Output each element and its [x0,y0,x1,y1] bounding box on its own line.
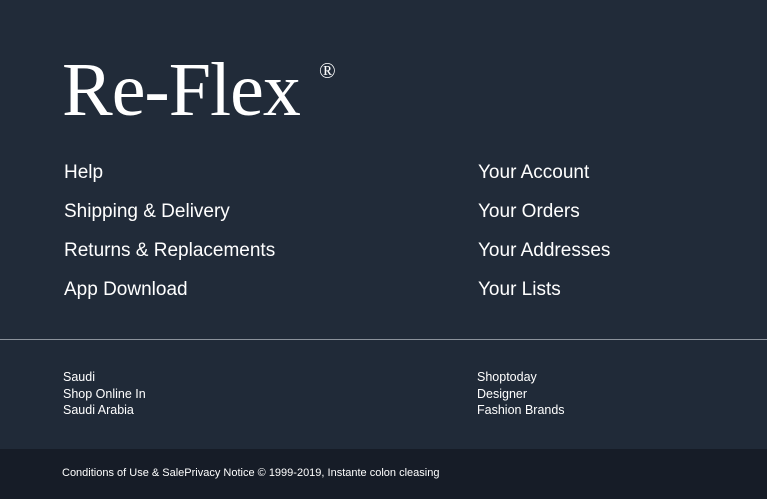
shoptoday-info[interactable]: Shoptoday Designer Fashion Brands [477,369,565,419]
link-help[interactable]: Help [64,158,275,197]
link-your-addresses[interactable]: Your Addresses [478,236,610,275]
conditions-link[interactable]: Conditions of Use & Sale [62,467,184,479]
region-line-3: Saudi Arabia [63,403,134,417]
footer-links-help: Help Shipping & Delivery Returns & Repla… [64,158,275,314]
footer-divider [0,339,767,340]
region-info[interactable]: Saudi Shop Online In Saudi Arabia [63,369,146,419]
link-your-lists[interactable]: Your Lists [478,275,610,314]
brand-logo[interactable]: Re-Flex ® [62,44,336,136]
registered-mark: ® [319,58,336,83]
shoptoday-line-1: Shoptoday [477,370,537,384]
shoptoday-line-3: Fashion Brands [477,403,565,417]
link-your-orders[interactable]: Your Orders [478,197,610,236]
privacy-notice-link[interactable]: Privacy Notice [184,467,254,479]
region-line-1: Saudi [63,370,95,384]
brand-name: Re-Flex [62,48,301,132]
link-returns-replacements[interactable]: Returns & Replacements [64,236,275,275]
footer-links-account: Your Account Your Orders Your Addresses … [478,158,610,314]
link-shipping-delivery[interactable]: Shipping & Delivery [64,197,275,236]
shoptoday-line-2: Designer [477,386,528,401]
footer-main: Re-Flex ® Help Shipping & Delivery Retur… [0,0,767,339]
region-line-2: Shop Online In [63,386,146,401]
legal-text: Conditions of Use & SalePrivacy Notice ©… [62,466,439,480]
link-app-download[interactable]: App Download [64,275,275,314]
copyright-text: © 1999-2019, Instante colon cleasing [257,467,440,479]
link-your-account[interactable]: Your Account [478,158,610,197]
